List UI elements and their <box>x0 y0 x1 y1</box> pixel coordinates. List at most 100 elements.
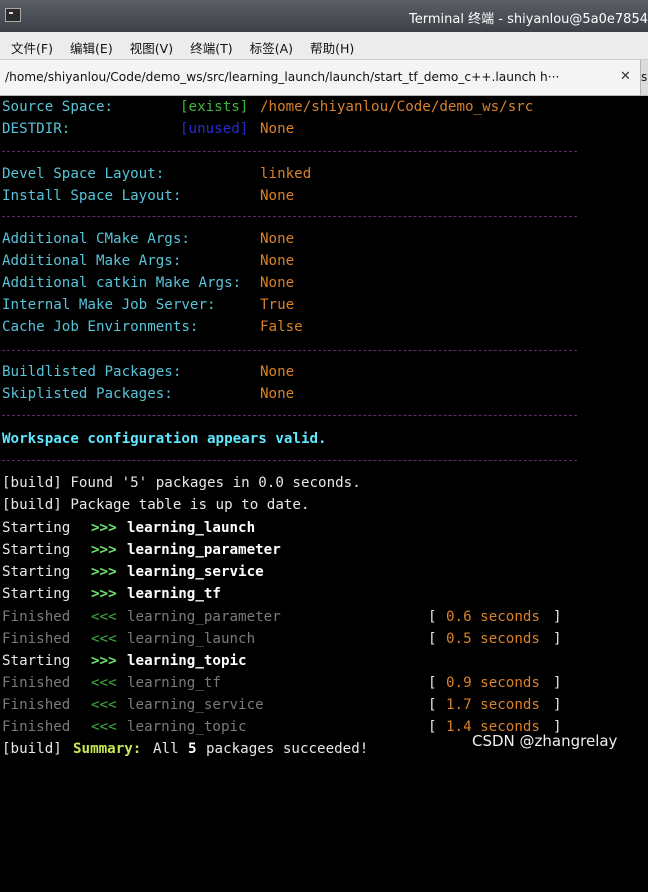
config-buildlisted-row: Buildlisted Packages: None <box>2 361 648 383</box>
separator <box>2 460 577 461</box>
config-value: None <box>260 386 295 402</box>
package-name: learning_parameter <box>127 542 281 558</box>
menu-view[interactable]: 视图(V) <box>130 38 173 57</box>
build-start-row: Starting >>> learning_parameter <box>2 539 648 561</box>
menu-tabs[interactable]: 标签(A) <box>250 38 293 57</box>
status-word: Finished <box>2 697 71 713</box>
config-cachejob-row: Cache Job Environments: False <box>2 316 648 338</box>
arrow: <<< <box>91 631 117 647</box>
bracket: [ <box>428 675 437 691</box>
config-label: Additional CMake Args: <box>2 231 190 247</box>
separator <box>2 216 577 217</box>
status-word: Finished <box>2 609 71 625</box>
bracket: [ <box>428 719 437 735</box>
config-value: None <box>260 231 295 247</box>
separator <box>2 151 577 152</box>
config-catkin-row: Additional catkin Make Args: None <box>2 272 648 294</box>
valid-message-row: Workspace configuration appears valid. <box>2 428 648 450</box>
summary-word: Summary: <box>73 741 142 757</box>
config-destdir-row: DESTDIR: [unused] None <box>2 118 648 140</box>
watermark: CSDN @zhangrelay <box>472 732 618 750</box>
config-value: True <box>260 297 295 313</box>
config-label: Skiplisted Packages: <box>2 386 173 402</box>
config-tag: [unused] <box>180 121 249 137</box>
config-label: Internal Make Job Server: <box>2 297 216 313</box>
build-start-row: Starting >>> learning_tf <box>2 583 648 605</box>
terminal-icon[interactable] <box>5 8 21 22</box>
status-word: Starting <box>2 653 71 669</box>
status-word: Starting <box>2 520 71 536</box>
config-label: Devel Space Layout: <box>2 166 165 182</box>
bracket: ] <box>553 631 562 647</box>
arrow: >>> <box>91 653 117 669</box>
config-jobserver-row: Internal Make Job Server: True <box>2 294 648 316</box>
arrow: <<< <box>91 675 117 691</box>
bracket: ] <box>553 609 562 625</box>
config-label: Buildlisted Packages: <box>2 364 182 380</box>
tab-active-label: /home/shiyanlou/Code/demo_ws/src/learnin… <box>5 70 560 84</box>
config-label: Install Space Layout: <box>2 188 182 204</box>
arrow: >>> <box>91 520 117 536</box>
tab-active[interactable]: /home/shiyanlou/Code/demo_ws/src/learnin… <box>0 60 641 95</box>
menu-terminal[interactable]: 终端(T) <box>190 38 232 57</box>
bracket: [ <box>428 697 437 713</box>
bracket: ] <box>553 675 562 691</box>
build-table-row: [build] Package table is up to date. <box>2 494 648 516</box>
config-label: Additional Make Args: <box>2 253 182 269</box>
valid-message: Workspace configuration appears valid. <box>2 431 327 447</box>
config-skiplisted-row: Skiplisted Packages: None <box>2 383 648 405</box>
build-table: [build] Package table is up to date. <box>2 497 310 513</box>
arrow: <<< <box>91 609 117 625</box>
arrow: <<< <box>91 697 117 713</box>
bracket: [ <box>428 631 437 647</box>
config-label: Additional catkin Make Args: <box>2 275 242 291</box>
build-finish-row: Finished <<< learning_tf [ 0.9 seconds ] <box>2 672 648 694</box>
menu-help[interactable]: 帮助(H) <box>310 38 354 57</box>
window-titlebar[interactable]: Terminal 终端 - shiyanlou@5a0e7854 <box>0 0 648 32</box>
config-value: False <box>260 319 303 335</box>
package-name: learning_topic <box>127 653 247 669</box>
build-found-row: [build] Found '5' packages in 0.0 second… <box>2 472 648 494</box>
build-start-row: Starting >>> learning_launch <box>2 517 648 539</box>
duration: 1.7 seconds <box>446 697 540 713</box>
config-value: /home/shiyanlou/Code/demo_ws/src <box>260 99 534 115</box>
build-finish-row: Finished <<< learning_service [ 1.7 seco… <box>2 694 648 716</box>
config-label: DESTDIR: <box>2 121 71 137</box>
arrow: >>> <box>91 542 117 558</box>
config-value: None <box>260 253 295 269</box>
build-start-row: Starting >>> learning_topic <box>2 650 648 672</box>
config-label: Source Space: <box>2 99 114 115</box>
config-source-row: Source Space: [exists] /home/shiyanlou/C… <box>2 96 648 118</box>
status-word: Finished <box>2 719 71 735</box>
arrow: >>> <box>91 586 117 602</box>
config-value: linked <box>260 166 312 182</box>
duration: 0.5 seconds <box>446 631 540 647</box>
package-name: learning_launch <box>127 631 256 647</box>
config-value: None <box>260 364 295 380</box>
bracket: ] <box>553 697 562 713</box>
window-title: Terminal 终端 - shiyanlou@5a0e7854 <box>409 12 648 27</box>
package-name: learning_tf <box>127 586 221 602</box>
close-icon[interactable]: ✕ <box>620 69 631 84</box>
status-word: Starting <box>2 542 71 558</box>
terminal-output[interactable]: Source Space: [exists] /home/shiyanlou/C… <box>0 96 648 763</box>
build-found: [build] Found '5' packages in 0.0 second… <box>2 475 361 491</box>
config-value: None <box>260 188 295 204</box>
build-start-row: Starting >>> learning_service <box>2 561 648 583</box>
summary-rest: packages succeeded! <box>206 741 369 757</box>
menu-edit[interactable]: 编辑(E) <box>70 38 113 57</box>
arrow: >>> <box>91 564 117 580</box>
summary-count: 5 <box>188 741 197 757</box>
status-word: Finished <box>2 675 71 691</box>
config-value: None <box>260 121 295 137</box>
package-name: learning_tf <box>127 675 221 691</box>
tab-second[interactable]: s <box>641 70 647 84</box>
status-word: Starting <box>2 586 71 602</box>
arrow: <<< <box>91 719 117 735</box>
build-finish-row: Finished <<< learning_launch [ 0.5 secon… <box>2 628 648 650</box>
config-make-row: Additional Make Args: None <box>2 250 648 272</box>
bracket: [ <box>428 609 437 625</box>
status-word: Starting <box>2 564 71 580</box>
package-name: learning_service <box>127 697 264 713</box>
menu-file[interactable]: 文件(F) <box>11 38 53 57</box>
